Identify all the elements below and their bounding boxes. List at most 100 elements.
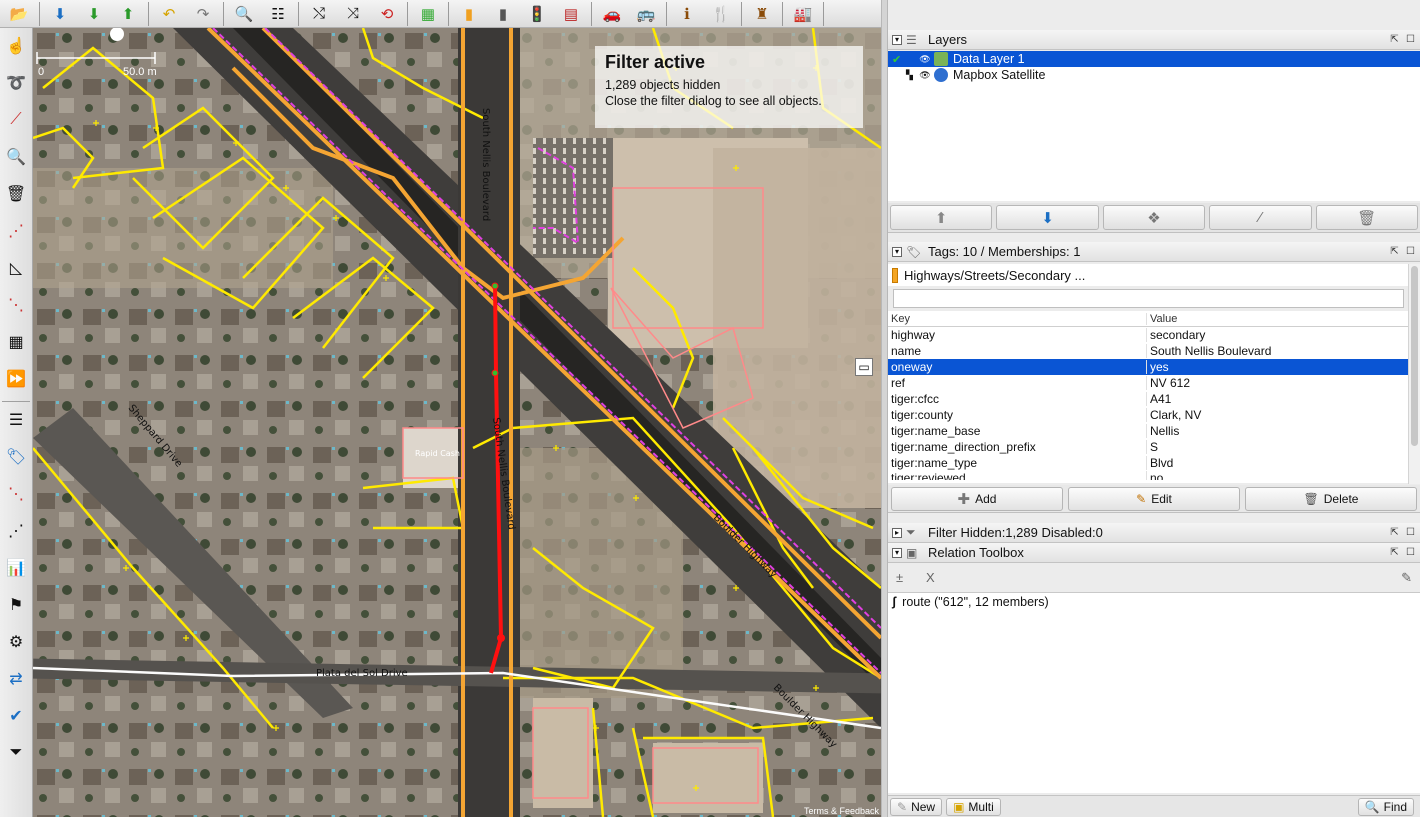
- value-column-header[interactable]: Value: [1147, 313, 1408, 325]
- extrude-mode-icon[interactable]: ◺: [2, 253, 30, 283]
- car-icon[interactable]: 🚗: [598, 2, 626, 26]
- draw-mode-icon[interactable]: ⟋: [2, 105, 30, 135]
- open-file-icon[interactable]: 📂: [5, 2, 33, 26]
- delete-layer-icon[interactable]: 🗑: [1315, 205, 1419, 230]
- detach-icon[interactable]: ⇱: [1388, 527, 1401, 538]
- collapse-toggle-icon[interactable]: ▾: [892, 547, 902, 558]
- visibility-icon[interactable]: 👁: [918, 70, 932, 81]
- delete-mode-icon[interactable]: 🗑: [2, 179, 30, 209]
- tag-row[interactable]: tiger:county Clark, NV: [888, 407, 1408, 423]
- preset-label[interactable]: Highways/Streets/Secondary ...: [888, 264, 1420, 286]
- pencil-icon[interactable]: ✎: [1401, 570, 1412, 586]
- bus-icon[interactable]: 🚌: [632, 2, 660, 26]
- layers-panel-header[interactable]: ▾ ☰ Layers ⇱ ☐: [888, 30, 1420, 50]
- close-icon[interactable]: ☐: [1404, 34, 1417, 45]
- layer-visibility-icon[interactable]: ⁄: [1209, 205, 1312, 230]
- add-tag-button[interactable]: ✚ Add: [891, 487, 1063, 511]
- checkmark-icon[interactable]: ✔: [2, 701, 30, 731]
- traffic-signal-icon[interactable]: 🚦: [523, 2, 551, 26]
- filter-panel-header[interactable]: ▸ ⏷ Filter Hidden:1,289 Disabled:0 ⇱ ☐: [888, 523, 1420, 543]
- move-down-icon[interactable]: ⬇: [996, 205, 1099, 230]
- add-remove-member-icon[interactable]: ±: [896, 570, 916, 585]
- edit-tag-button[interactable]: ✎ Edit: [1068, 487, 1240, 511]
- reverse-way-icon[interactable]: ⟲: [373, 2, 401, 26]
- layer-row-mapbox[interactable]: ▚ 👁 Mapbox Satellite: [888, 67, 1420, 83]
- filter-toggle-icon[interactable]: ⏷: [2, 738, 30, 768]
- imagery-info-icon[interactable]: ▭: [855, 358, 873, 376]
- map-view[interactable]: South Nellis Boulevard South Nellis Boul…: [33, 28, 881, 817]
- tags-panel-header[interactable]: ▾ 🏷 Tags: 10 / Memberships: 1 ⇱ ☐: [888, 242, 1420, 262]
- download-icon[interactable]: ⬇: [80, 2, 108, 26]
- redo-icon[interactable]: ↷: [189, 2, 217, 26]
- tag-row[interactable]: ref NV 612: [888, 375, 1408, 391]
- layers-toggle-icon[interactable]: ☰: [2, 405, 30, 435]
- detach-icon[interactable]: ⇱: [1388, 246, 1401, 257]
- collapse-toggle-icon[interactable]: ▾: [892, 246, 902, 257]
- tag-row[interactable]: tiger:name_base Nellis: [888, 423, 1408, 439]
- upload-icon[interactable]: ⬆: [114, 2, 142, 26]
- expand-toggle-icon[interactable]: ▸: [892, 527, 902, 538]
- tags-scrollbar[interactable]: [1408, 264, 1420, 484]
- close-icon[interactable]: ☐: [1404, 547, 1417, 558]
- close-icon[interactable]: ☐: [1404, 527, 1417, 538]
- split-way-icon[interactable]: ⤭: [305, 2, 333, 26]
- map-canvas[interactable]: South Nellis Boulevard South Nellis Boul…: [33, 28, 881, 817]
- collapse-toggle-icon[interactable]: ▾: [892, 34, 902, 45]
- tag-filter-input[interactable]: [893, 289, 1404, 308]
- tag-row[interactable]: tiger:reviewed no: [888, 471, 1408, 480]
- tag-row[interactable]: tiger:name_type Blvd: [888, 455, 1408, 471]
- preferences-icon[interactable]: 🔍: [230, 2, 258, 26]
- multi-button[interactable]: ▣ Multi: [946, 797, 1001, 816]
- tags-toggle-icon[interactable]: 🏷: [2, 442, 30, 472]
- delete-tag-button[interactable]: 🗑 Delete: [1245, 487, 1417, 511]
- clear-x-icon[interactable]: X: [926, 570, 935, 585]
- scrollbar-thumb[interactable]: [1411, 266, 1418, 446]
- parallel-mode-icon[interactable]: ⋰: [2, 216, 30, 246]
- lasso-mode-icon[interactable]: ➰: [2, 68, 30, 98]
- building-tool-icon[interactable]: ▦: [2, 327, 30, 357]
- select-mode-icon[interactable]: ☝: [2, 31, 30, 61]
- tag-row[interactable]: tiger:cfcc A41: [888, 391, 1408, 407]
- history-icon[interactable]: ⋰: [2, 516, 30, 546]
- tag-row[interactable]: name South Nellis Boulevard: [888, 343, 1408, 359]
- key-column-header[interactable]: Key: [888, 312, 1147, 325]
- relation-item[interactable]: ʃ route ("612", 12 members): [888, 593, 1420, 610]
- visibility-icon[interactable]: 👁: [918, 54, 932, 65]
- validator-icon[interactable]: 📊: [2, 553, 30, 583]
- conflict-icon[interactable]: ⚑: [2, 590, 30, 620]
- tag-row[interactable]: highway secondary: [888, 327, 1408, 343]
- restaurant-icon[interactable]: 🍴: [707, 2, 735, 26]
- layer-row-data-layer[interactable]: ✔ 👁 Data Layer 1: [888, 51, 1420, 67]
- castle-icon[interactable]: ♜: [748, 2, 776, 26]
- road-preset-icon[interactable]: ▮: [455, 2, 483, 26]
- tag-row[interactable]: tiger:name_direction_prefix S: [888, 439, 1408, 455]
- properties-icon[interactable]: ☷: [264, 2, 292, 26]
- combine-way-icon[interactable]: ⤨: [339, 2, 367, 26]
- tag-key: oneway: [888, 360, 1147, 374]
- more-tools-icon[interactable]: ⏩: [2, 364, 30, 394]
- new-relation-button[interactable]: ✎ New: [890, 797, 943, 816]
- zoom-mode-icon[interactable]: 🔍: [2, 142, 30, 172]
- barrier-wall-icon[interactable]: ▤: [557, 2, 585, 26]
- find-button[interactable]: 🔍 Find: [1357, 797, 1414, 816]
- tag-row[interactable]: oneway yes: [888, 359, 1408, 375]
- merge-layers-icon[interactable]: ❖: [1102, 205, 1206, 230]
- area-preset-icon[interactable]: ▦: [414, 2, 442, 26]
- detach-icon[interactable]: ⇱: [1388, 34, 1401, 45]
- save-icon[interactable]: ⬇: [46, 2, 74, 26]
- move-up-icon[interactable]: ⬆: [890, 205, 993, 230]
- changeset-icon[interactable]: ⚙: [2, 627, 30, 657]
- factory-icon[interactable]: 🏭: [789, 2, 817, 26]
- improve-way-icon[interactable]: ⋱: [2, 290, 30, 320]
- map-attribution[interactable]: Terms & Feedback: [804, 806, 879, 816]
- info-icon[interactable]: ℹ: [673, 2, 701, 26]
- selection-list-icon[interactable]: ⋱: [2, 479, 30, 509]
- panel-splitter[interactable]: [881, 0, 888, 817]
- relation-toolbox-toolbar: ± X ✎: [888, 563, 1420, 593]
- undo-icon[interactable]: ↶: [155, 2, 183, 26]
- relations-icon[interactable]: ⇄: [2, 664, 30, 694]
- close-icon[interactable]: ☐: [1404, 246, 1417, 257]
- street-preset-icon[interactable]: ▮: [489, 2, 517, 26]
- detach-icon[interactable]: ⇱: [1388, 547, 1401, 558]
- relation-toolbox-header[interactable]: ▾ ▣ Relation Toolbox ⇱ ☐: [888, 543, 1420, 563]
